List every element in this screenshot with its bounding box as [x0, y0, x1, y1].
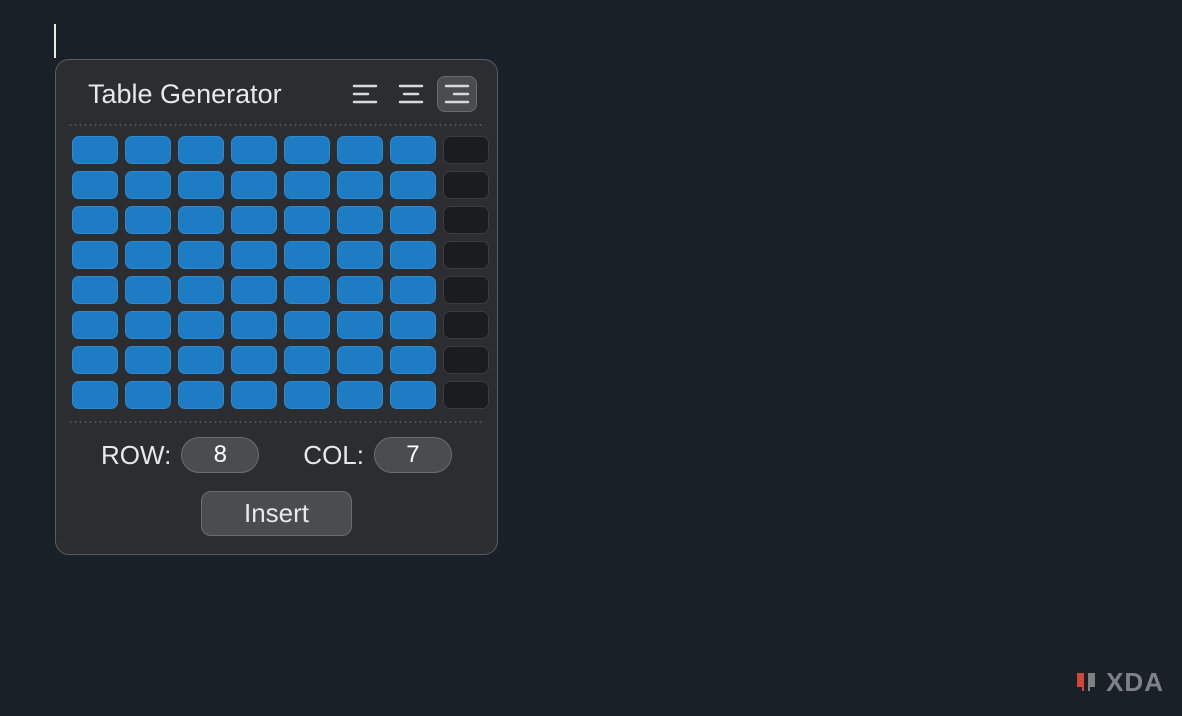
grid-cell[interactable]: [390, 276, 436, 304]
grid-cell[interactable]: [231, 206, 277, 234]
grid-cell[interactable]: [72, 346, 118, 374]
align-left-icon: [352, 83, 378, 105]
grid-cell[interactable]: [337, 276, 383, 304]
insert-button[interactable]: Insert: [201, 491, 352, 536]
grid-cell[interactable]: [390, 136, 436, 164]
grid-cell[interactable]: [125, 241, 171, 269]
grid-cell[interactable]: [125, 381, 171, 409]
grid-cell[interactable]: [337, 171, 383, 199]
col-label: COL:: [303, 440, 364, 471]
grid-cell[interactable]: [443, 346, 489, 374]
grid-cell[interactable]: [72, 311, 118, 339]
grid-cell[interactable]: [231, 311, 277, 339]
grid-cell[interactable]: [125, 171, 171, 199]
grid-cell[interactable]: [284, 241, 330, 269]
grid-cell[interactable]: [390, 311, 436, 339]
grid-cell[interactable]: [178, 276, 224, 304]
row-value-field[interactable]: 8: [181, 437, 259, 473]
insert-wrap: Insert: [68, 491, 485, 536]
grid-cell[interactable]: [72, 381, 118, 409]
grid-cell[interactable]: [178, 206, 224, 234]
grid-cell[interactable]: [443, 206, 489, 234]
grid-cell[interactable]: [443, 241, 489, 269]
grid-cell[interactable]: [284, 171, 330, 199]
controls-row: ROW: 8 COL: 7: [68, 437, 485, 473]
grid-cell[interactable]: [72, 171, 118, 199]
grid-cell[interactable]: [284, 381, 330, 409]
grid-cell[interactable]: [178, 241, 224, 269]
xda-logo-icon: [1072, 669, 1100, 697]
grid-cell[interactable]: [231, 241, 277, 269]
grid-cell[interactable]: [125, 136, 171, 164]
grid-cell[interactable]: [231, 381, 277, 409]
size-picker-grid[interactable]: [68, 134, 485, 411]
grid-cell[interactable]: [178, 346, 224, 374]
grid-cell[interactable]: [284, 136, 330, 164]
grid-cell[interactable]: [125, 276, 171, 304]
grid-cell[interactable]: [125, 206, 171, 234]
watermark: XDA: [1072, 667, 1164, 698]
grid-cell[interactable]: [390, 241, 436, 269]
col-value-field[interactable]: 7: [374, 437, 452, 473]
grid-cell[interactable]: [72, 136, 118, 164]
grid-cell[interactable]: [284, 206, 330, 234]
align-left-button[interactable]: [345, 76, 385, 112]
grid-cell[interactable]: [390, 171, 436, 199]
grid-cell[interactable]: [72, 276, 118, 304]
grid-cell[interactable]: [178, 171, 224, 199]
grid-cell[interactable]: [443, 171, 489, 199]
divider-bottom: [68, 421, 485, 423]
grid-cell[interactable]: [443, 311, 489, 339]
grid-cell[interactable]: [72, 241, 118, 269]
grid-cell[interactable]: [231, 346, 277, 374]
grid-cell[interactable]: [125, 311, 171, 339]
grid-cell[interactable]: [178, 136, 224, 164]
grid-cell[interactable]: [178, 381, 224, 409]
grid-cell[interactable]: [390, 206, 436, 234]
grid-cell[interactable]: [337, 206, 383, 234]
grid-cell[interactable]: [284, 311, 330, 339]
align-right-button[interactable]: [437, 76, 477, 112]
grid-cell[interactable]: [337, 381, 383, 409]
alignment-group: [345, 76, 477, 112]
align-center-button[interactable]: [391, 76, 431, 112]
panel-title: Table Generator: [88, 79, 345, 110]
grid-cell[interactable]: [125, 346, 171, 374]
panel-header: Table Generator: [68, 72, 485, 120]
grid-cell[interactable]: [337, 136, 383, 164]
grid-cell[interactable]: [443, 136, 489, 164]
table-generator-panel: Table Generator: [55, 59, 498, 555]
grid-cell[interactable]: [337, 346, 383, 374]
divider-top: [68, 124, 485, 126]
watermark-text: XDA: [1106, 667, 1164, 698]
text-cursor: [54, 24, 56, 58]
row-label: ROW:: [101, 440, 171, 471]
align-center-icon: [398, 83, 424, 105]
grid-cell[interactable]: [337, 311, 383, 339]
grid-cell[interactable]: [284, 276, 330, 304]
grid-cell[interactable]: [390, 381, 436, 409]
grid-cell[interactable]: [231, 136, 277, 164]
grid-cell[interactable]: [178, 311, 224, 339]
align-right-icon: [444, 83, 470, 105]
grid-cell[interactable]: [390, 346, 436, 374]
grid-cell[interactable]: [337, 241, 383, 269]
grid-cell[interactable]: [443, 276, 489, 304]
grid-cell[interactable]: [443, 381, 489, 409]
grid-cell[interactable]: [72, 206, 118, 234]
grid-cell[interactable]: [231, 276, 277, 304]
grid-cell[interactable]: [284, 346, 330, 374]
grid-cell[interactable]: [231, 171, 277, 199]
